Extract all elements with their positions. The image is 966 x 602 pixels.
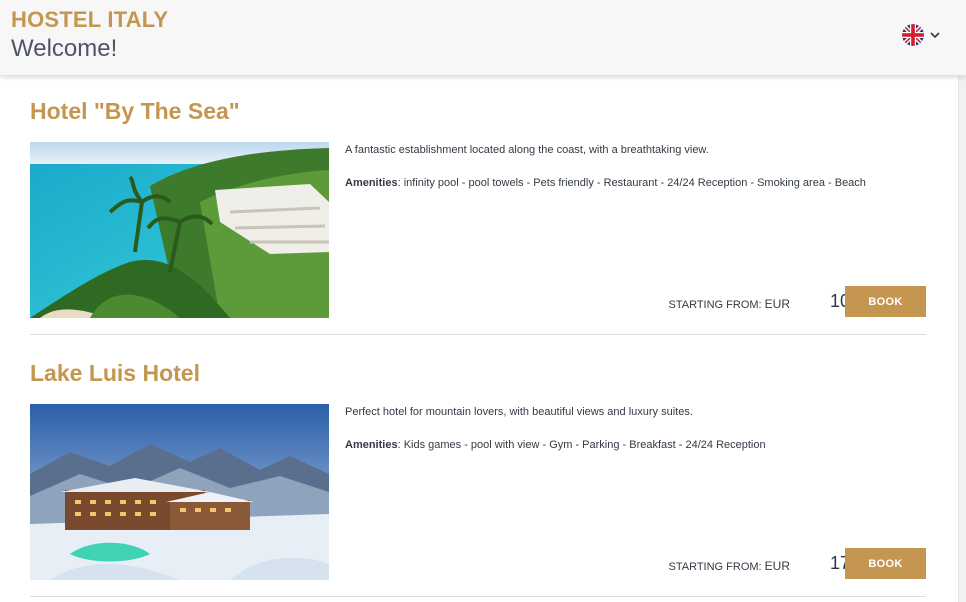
hotel-card: Hotel "By The Sea" A fantastic establish… <box>30 76 926 338</box>
hotel-description: Perfect hotel for mountain lovers, with … <box>345 406 693 418</box>
hotel-card: Lake Luis Hotel Perfect hotel for mounta… <box>30 338 926 600</box>
currency: EUR <box>764 559 790 573</box>
brand-title: HOSTEL ITALY <box>11 7 169 32</box>
starting-label: STARTING FROM: <box>668 561 762 573</box>
app-header: HOSTEL ITALY Welcome! <box>0 0 966 76</box>
hotel-name[interactable]: Lake Luis Hotel <box>30 360 200 387</box>
book-button[interactable]: BOOK <box>845 548 926 579</box>
hotel-photo-seaside[interactable] <box>30 142 329 318</box>
starting-from-label: STARTING FROM: EUR <box>669 559 791 573</box>
amenities-list: : Kids games - pool with view - Gym - Pa… <box>397 439 766 451</box>
currency: EUR <box>764 297 790 311</box>
uk-flag-icon <box>902 24 924 46</box>
hotel-amenities: Amenities: Kids games - pool with view -… <box>345 439 925 451</box>
amenities-label: Amenities <box>345 177 398 189</box>
starting-from-label: STARTING FROM: EUR <box>669 297 791 311</box>
hotel-amenities: Amenities: infinity pool - pool towels -… <box>345 177 925 189</box>
amenities-label: Amenities <box>345 439 398 451</box>
welcome-text: Welcome! <box>11 35 118 62</box>
amenities-list: : infinity pool - pool towels - Pets fri… <box>397 177 866 189</box>
divider <box>30 596 926 597</box>
chevron-down-icon <box>930 32 940 39</box>
language-selector[interactable] <box>902 23 946 47</box>
scrollbar[interactable] <box>958 76 966 602</box>
hotel-photo-mountain[interactable] <box>30 404 329 580</box>
starting-label: STARTING FROM: <box>668 299 762 311</box>
price-row: STARTING FROM: EUR 100 BOOK <box>630 286 926 318</box>
hotel-name[interactable]: Hotel "By The Sea" <box>30 98 240 125</box>
hotel-description: A fantastic establishment located along … <box>345 144 709 156</box>
divider <box>30 334 926 335</box>
price-row: STARTING FROM: EUR 170 BOOK <box>630 548 926 580</box>
book-button[interactable]: BOOK <box>845 286 926 317</box>
